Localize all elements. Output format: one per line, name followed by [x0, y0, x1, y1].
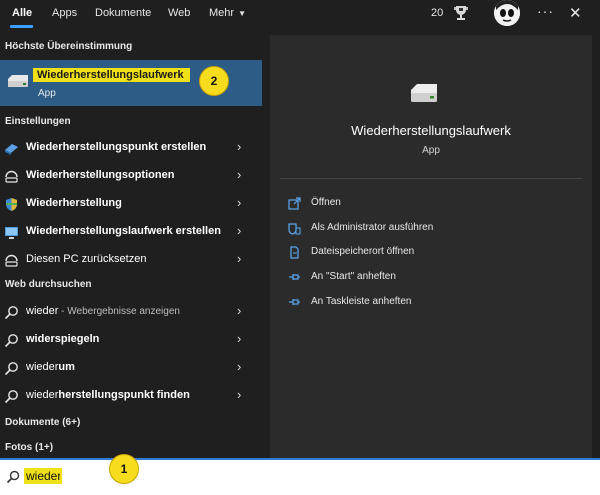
chevron-down-icon: ▼	[238, 9, 246, 18]
item-text: Diesen PC zurücksetzen	[26, 253, 147, 265]
section-best-match: Höchste Übereinstimmung	[5, 41, 133, 52]
chevron-right-icon[interactable]: ›	[237, 251, 241, 266]
web-item-wieder[interactable]: wieder - Webergebnisse anzeigen ›	[0, 299, 262, 325]
tab-mehr-label: Mehr	[209, 7, 235, 19]
action-run-as-admin[interactable]: Als Administrator ausführen	[288, 220, 568, 238]
web-prefix: wieder	[26, 305, 59, 317]
item-bold: Wieder	[26, 141, 63, 153]
drive-icon	[411, 84, 437, 102]
action-label: Öffnen	[311, 197, 341, 208]
action-pin-to-taskbar[interactable]: An Taskleiste anheften	[288, 294, 568, 312]
search-icon	[4, 362, 18, 376]
file-location-icon	[290, 246, 299, 259]
section-web: Web durchsuchen	[5, 279, 92, 290]
shield-icon	[6, 198, 17, 211]
search-icon	[4, 390, 18, 404]
action-label: Dateispeicherort öffnen	[311, 246, 415, 257]
search-tabs-bar: Alle Apps Dokumente Web Mehr ▼ 20 ··· ✕	[0, 0, 600, 28]
settings-item-reset-pc[interactable]: Diesen PC zurücksetzen ›	[0, 247, 262, 273]
chevron-right-icon[interactable]: ›	[237, 139, 241, 154]
system-restore-icon	[5, 144, 18, 155]
reset-pc-icon	[5, 254, 18, 267]
chevron-right-icon[interactable]: ›	[237, 195, 241, 210]
close-button[interactable]: ✕	[569, 4, 582, 22]
monitor-icon	[5, 227, 18, 239]
search-icon	[4, 306, 18, 320]
chevron-right-icon[interactable]: ›	[237, 387, 241, 402]
pin-taskbar-icon	[289, 299, 300, 305]
web-hint: - Webergebnisse anzeigen	[58, 306, 180, 317]
search-bar	[0, 458, 600, 495]
chevron-right-icon[interactable]: ›	[237, 303, 241, 318]
section-documents[interactable]: Dokumente (6+)	[5, 417, 80, 428]
action-pin-to-start[interactable]: An "Start" anheften	[288, 269, 568, 287]
more-options-button[interactable]: ···	[537, 3, 554, 19]
chevron-right-icon[interactable]: ›	[237, 167, 241, 182]
item-rest: herstellungspunkt erstellen	[62, 141, 207, 153]
item-bold: Wieder	[26, 169, 63, 181]
tab-web[interactable]: Web	[168, 7, 190, 19]
search-icon	[4, 334, 18, 348]
action-label: An "Start" anheften	[311, 271, 396, 282]
pin-icon	[289, 274, 300, 280]
web-bold: widerspiegeln	[26, 333, 100, 345]
section-photos[interactable]: Fotos (1+)	[5, 442, 53, 453]
item-rest: herstellung	[62, 197, 122, 209]
web-item-wiederherstellungspunkt-finden[interactable]: wiederherstellungspunkt finden ›	[0, 383, 262, 409]
user-avatar[interactable]	[494, 0, 520, 26]
web-bold: um	[58, 361, 75, 373]
web-prefix: wieder	[26, 361, 59, 373]
best-match-title: Wiederherstellungslaufwerk	[33, 68, 190, 82]
best-match-subtitle: App	[38, 88, 56, 99]
action-open-file-location[interactable]: Dateispeicherort öffnen	[288, 244, 568, 262]
settings-item-restore-point[interactable]: Wiederherstellungspunkt erstellen ›	[0, 135, 262, 161]
action-label: An Taskleiste anheften	[311, 296, 412, 307]
rewards-points: 20	[431, 7, 444, 19]
search-icon	[6, 470, 20, 484]
web-item-wiederum[interactable]: wiederum ›	[0, 355, 262, 381]
action-label: Als Administrator ausführen	[311, 222, 434, 233]
recovery-options-icon	[5, 170, 18, 183]
settings-item-recovery-options[interactable]: Wiederherstellungsoptionen ›	[0, 163, 262, 189]
chevron-right-icon[interactable]: ›	[237, 223, 241, 238]
step-badge-2: 2	[199, 66, 229, 96]
web-bold: herstellungspunkt finden	[58, 389, 190, 401]
search-input[interactable]	[24, 468, 62, 484]
tab-mehr[interactable]: Mehr ▼	[209, 7, 246, 19]
tab-dokumente[interactable]: Dokumente	[95, 7, 151, 19]
drive-icon	[8, 75, 28, 87]
item-rest: herstellungsoptionen	[62, 169, 175, 181]
step-badge-1: 1	[109, 454, 139, 484]
detail-title: Wiederherstellungslaufwerk	[351, 123, 511, 138]
web-item-widerspiegeln[interactable]: widerspiegeln ›	[0, 327, 262, 353]
tab-alle[interactable]: Alle	[12, 7, 32, 19]
detail-divider	[280, 178, 582, 179]
open-icon	[288, 197, 301, 210]
tab-apps[interactable]: Apps	[52, 7, 77, 19]
chevron-right-icon[interactable]: ›	[237, 331, 241, 346]
chevron-right-icon[interactable]: ›	[237, 359, 241, 374]
detail-subtitle: App	[422, 145, 440, 156]
settings-item-create-recovery-drive[interactable]: Wiederherstellungslaufwerk erstellen ›	[0, 219, 262, 245]
settings-item-recovery[interactable]: Wiederherstellung ›	[0, 191, 262, 217]
action-open[interactable]: Öffnen	[288, 195, 568, 213]
item-bold: Wieder	[26, 225, 63, 237]
admin-shield-icon	[288, 223, 301, 235]
section-settings: Einstellungen	[5, 116, 71, 127]
item-rest: herstellungslaufwerk erstellen	[62, 225, 221, 237]
trophy-icon[interactable]	[451, 3, 471, 23]
item-bold: Wieder	[26, 197, 63, 209]
web-prefix: wieder	[26, 389, 59, 401]
